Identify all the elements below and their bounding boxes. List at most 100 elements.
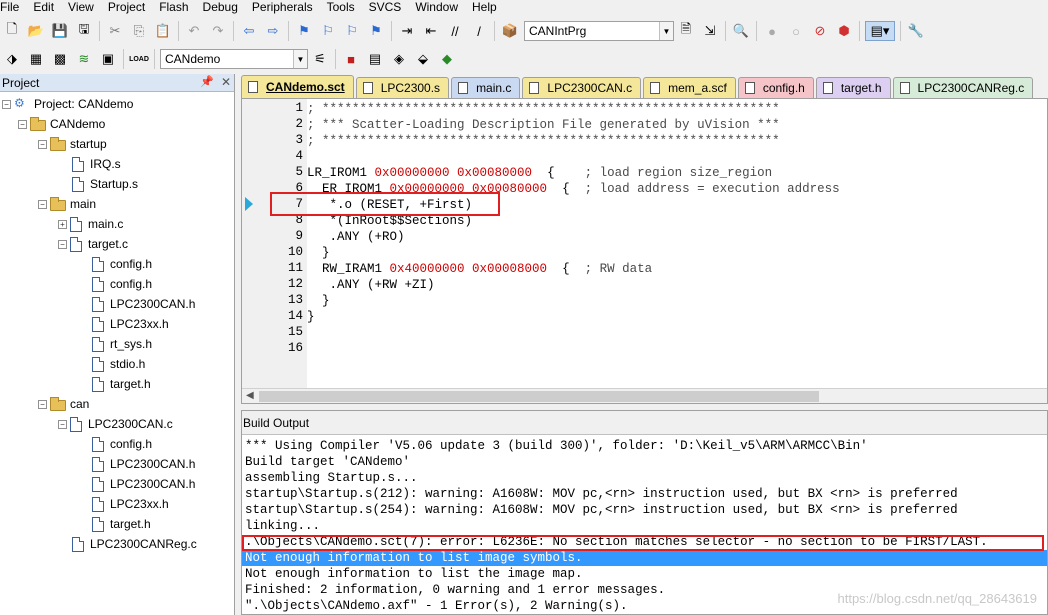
stop-build-icon[interactable]: ▣ — [98, 49, 118, 69]
menu-view[interactable]: View — [61, 0, 101, 14]
code-line[interactable]: RW_IRAM1 0x40000000 0x00008000 { ; RW da… — [307, 261, 652, 277]
cut-icon[interactable]: ✂ — [105, 21, 125, 41]
scroll-left-icon[interactable]: ◀ — [246, 390, 254, 401]
tree-file[interactable]: IRQ.s — [72, 154, 121, 174]
build-output-line[interactable]: ".\Objects\CANdemo.axf" - 1 Error(s), 2 … — [245, 598, 628, 614]
manage-components-icon[interactable]: ■ — [341, 49, 361, 69]
build-output-line[interactable]: Not enough information to list the image… — [245, 566, 583, 582]
scroll-thumb[interactable] — [259, 391, 819, 402]
code-line[interactable]: } — [307, 245, 330, 261]
paste-icon[interactable]: 📋 — [153, 21, 173, 41]
window-layout-icon[interactable]: ▤▾ — [865, 21, 895, 41]
unindent-icon[interactable]: ⇤ — [421, 21, 441, 41]
code-editor[interactable]: 1 2 3 4 5 6 7 8 9 10 11 12 13 14 15 16 ; **************… — [241, 98, 1048, 404]
indent-icon[interactable]: ⇥ — [397, 21, 417, 41]
tab-main-c[interactable]: main.c — [451, 77, 521, 98]
code-line[interactable]: } — [307, 309, 315, 325]
clear-bookmarks-icon[interactable]: ⚑ — [366, 21, 386, 41]
pin-icon[interactable]: 📌 — [200, 75, 214, 88]
batch-build-icon[interactable]: ≋ — [74, 49, 94, 69]
tree-file[interactable]: LPC2300CAN.h — [92, 474, 195, 494]
collapse-icon[interactable]: − — [18, 119, 27, 129]
collapse-icon[interactable]: − — [38, 139, 47, 149]
translate-icon[interactable]: ⬗ — [2, 49, 22, 69]
chevron-down-icon[interactable]: ▼ — [293, 50, 307, 68]
menu-flash[interactable]: Flash — [152, 0, 195, 14]
pack-installer-icon[interactable]: ⬙ — [413, 49, 433, 69]
build-output-line[interactable]: Finished: 2 information, 0 warning and 1… — [245, 582, 665, 598]
redo-icon[interactable]: ↷ — [208, 21, 228, 41]
build-output-line[interactable]: Build target 'CANdemo' — [245, 454, 410, 470]
tree-group-can[interactable]: − can — [38, 394, 89, 414]
save-all-icon[interactable]: 🖫 — [74, 21, 94, 41]
run-time-env-icon[interactable]: ◆ — [437, 49, 457, 69]
collapse-icon[interactable]: − — [58, 419, 67, 429]
menu-project[interactable]: Project — [101, 0, 152, 14]
nav-forward-icon[interactable]: ⇨ — [263, 21, 283, 41]
kill-breakpoints-icon[interactable]: ⬢ — [834, 21, 854, 41]
tree-file[interactable]: target.h — [92, 374, 151, 394]
tree-file[interactable]: target.h — [92, 514, 151, 534]
target-combo[interactable]: CANIntPrg ▼ — [524, 21, 674, 41]
menu-debug[interactable]: Debug — [196, 0, 245, 14]
tree-file[interactable]: LPC2300CAN.h — [92, 294, 195, 314]
rebuild-icon[interactable]: ▩ — [50, 49, 70, 69]
code-line[interactable]: .ANY (+RW +ZI) — [307, 277, 435, 293]
tree-file[interactable]: LPC23xx.h — [92, 494, 169, 514]
tab-lpc2300-s[interactable]: LPC2300.s — [355, 77, 450, 98]
next-bookmark-icon[interactable]: ⚐ — [342, 21, 362, 41]
tab-mem-a-scf[interactable]: mem_a.scf — [643, 77, 736, 98]
collapse-icon[interactable]: − — [38, 199, 47, 209]
menu-tools[interactable]: Tools — [320, 0, 362, 14]
incremental-find-icon[interactable]: ⇲ — [700, 21, 720, 41]
code-line[interactable]: } — [307, 293, 330, 309]
code-line[interactable]: ; *** Scatter-Loading Description File g… — [307, 117, 780, 133]
tree-root-project[interactable]: − ⚙ Project: CANdemo — [2, 94, 133, 114]
bookmark-icon[interactable]: ⚑ — [294, 21, 314, 41]
tree-file[interactable]: stdio.h — [92, 354, 145, 374]
expand-icon[interactable]: + — [58, 219, 67, 229]
tree-file[interactable]: config.h — [92, 254, 152, 274]
save-icon[interactable]: 💾 — [50, 21, 70, 41]
build-output-line[interactable]: *** Using Compiler 'V5.06 update 3 (buil… — [245, 438, 868, 454]
tree-file[interactable]: Startup.s — [72, 174, 138, 194]
prev-bookmark-icon[interactable]: ⚐ — [318, 21, 338, 41]
uncomment-icon[interactable]: / — [469, 21, 489, 41]
configure-icon[interactable]: 🔧 — [906, 21, 926, 41]
load-icon[interactable]: LOAD — [129, 49, 149, 69]
insert-breakpoint-icon[interactable]: ● — [762, 21, 782, 41]
menu-edit[interactable]: Edit — [26, 0, 61, 14]
open-file-icon[interactable]: 📂 — [26, 21, 46, 41]
tab-config-h[interactable]: config.h — [737, 77, 814, 98]
code-line[interactable]: LR_IROM1 0x00000000 0x00080000 { ; load … — [307, 165, 772, 181]
code-line[interactable]: ; **************************************… — [307, 133, 780, 149]
code-line[interactable]: .ANY (+RO) — [307, 229, 405, 245]
tree-file[interactable]: LPC23xx.h — [92, 314, 169, 334]
project-target-combo[interactable]: CANdemo ▼ — [160, 49, 308, 69]
new-file-icon[interactable]: 🗋 — [2, 21, 22, 41]
disable-breakpoints-icon[interactable]: ⊘ — [810, 21, 830, 41]
enable-breakpoint-icon[interactable]: ○ — [786, 21, 806, 41]
code-line[interactable]: ; **************************************… — [307, 101, 780, 117]
menu-peripherals[interactable]: Peripherals — [245, 0, 320, 14]
tab-target-h[interactable]: target.h — [815, 77, 891, 98]
tree-target[interactable]: − CANdemo — [18, 114, 105, 134]
collapse-icon[interactable]: − — [58, 239, 67, 249]
close-icon[interactable]: ✕ — [221, 75, 231, 89]
tree-file[interactable]: config.h — [92, 434, 152, 454]
select-packs-icon[interactable]: ◈ — [389, 49, 409, 69]
build-output-line[interactable]: startup\Startup.s(254): warning: A1608W:… — [245, 502, 958, 518]
build-output-line[interactable]: assembling Startup.s... — [245, 470, 418, 486]
code-area[interactable]: ; **************************************… — [307, 99, 1047, 388]
collapse-icon[interactable]: − — [38, 399, 47, 409]
tree-file[interactable]: LPC2300CAN.h — [92, 454, 195, 474]
tree-file[interactable]: LPC2300CANReg.c — [72, 534, 197, 554]
find-in-files-icon[interactable]: 🗎 — [676, 21, 696, 41]
find-target-icon[interactable]: 📦 — [500, 21, 520, 41]
build-icon[interactable]: ▦ — [26, 49, 46, 69]
nav-back-icon[interactable]: ⇦ — [239, 21, 259, 41]
horizontal-scrollbar[interactable]: ◀ — [242, 388, 1047, 403]
tab-lpc2300can-c[interactable]: LPC2300CAN.c — [522, 77, 642, 98]
tab-lpc2300canreg-c[interactable]: LPC2300CANReg.c — [892, 77, 1034, 98]
tree-file[interactable]: rt_sys.h — [92, 334, 152, 354]
